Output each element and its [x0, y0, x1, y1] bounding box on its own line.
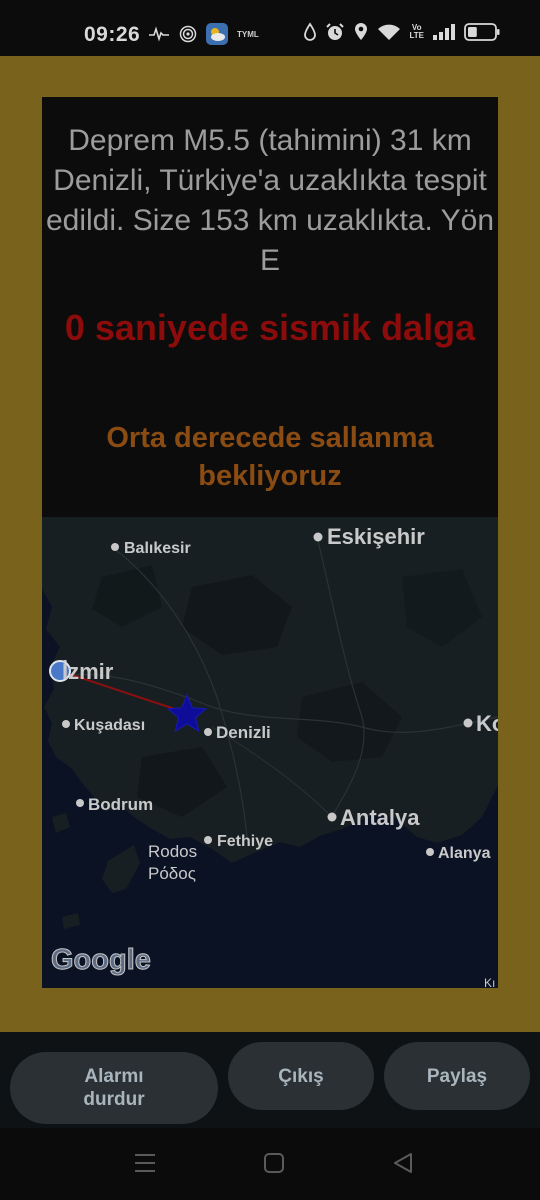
city-dot-konya	[463, 718, 473, 728]
map-label-corner-partial: Kı	[484, 976, 495, 988]
shaking-intensity: Orta derecede sallanma bekliyoruz	[106, 422, 434, 492]
back-icon[interactable]	[391, 1151, 415, 1175]
city-dot-fethiye	[204, 836, 212, 844]
status-time: 09:26	[84, 23, 141, 46]
alarm-icon	[326, 23, 345, 40]
map-label-antalya: Antalya	[340, 805, 420, 830]
map-label-rodos: Rodos	[148, 842, 197, 861]
map-canvas: Balıkesir Eskişehir İzmir Kuşadası Deniz…	[42, 517, 498, 988]
activity-icon	[149, 26, 169, 42]
alert-frame: Deprem M5.5 (tahimini) 31 km Denizli, Tü…	[0, 56, 540, 1032]
seismic-wave-countdown: 0 saniyede sismik dalga	[64, 307, 476, 348]
volte-icon: Vo LTE	[409, 23, 424, 40]
action-bar: Alarmı durdur Çıkış Paylaş	[0, 1032, 540, 1128]
recents-menu-icon[interactable]	[133, 1151, 157, 1175]
carrier-badge: TYML	[237, 29, 259, 39]
stop-alarm-button[interactable]: Alarmı durdur	[10, 1052, 218, 1124]
battery-icon	[464, 23, 500, 41]
city-dot-balikesir	[111, 543, 119, 551]
status-bar: 09:26 TYML Vo LTE	[0, 0, 540, 56]
home-icon[interactable]	[262, 1151, 286, 1175]
city-dot-denizli	[204, 728, 212, 736]
city-dot-kusadasi	[62, 720, 70, 728]
map-label-balikesir: Balıkesir	[124, 540, 191, 557]
map-view[interactable]: Balıkesir Eskişehir İzmir Kuşadası Deniz…	[42, 517, 498, 988]
city-dot-alanya	[426, 848, 434, 856]
alert-panel: Deprem M5.5 (tahimini) 31 km Denizli, Tü…	[42, 97, 498, 517]
city-dot-bodrum	[76, 799, 84, 807]
city-dot-eskisehir	[313, 532, 323, 542]
alert-message: Deprem M5.5 (tahimini) 31 km Denizli, Tü…	[45, 124, 495, 277]
map-label-konya-partial: Ko	[476, 711, 498, 736]
weather-app-icon	[206, 23, 228, 45]
map-label-rodos-greek: Ρόδος	[148, 864, 196, 883]
map-label-bodrum: Bodrum	[88, 795, 153, 814]
map-label-eskisehir: Eskişehir	[327, 524, 425, 549]
water-drop-icon	[304, 22, 317, 41]
signal-icon	[433, 24, 455, 40]
map-label-fethiye: Fethiye	[217, 833, 273, 850]
wifi-icon	[378, 24, 401, 40]
exit-button[interactable]: Çıkış	[228, 1042, 374, 1110]
hotspot-icon	[179, 25, 197, 43]
share-button[interactable]: Paylaş	[384, 1042, 530, 1110]
google-attribution-logo: Google	[51, 944, 151, 976]
city-dot-antalya	[327, 812, 337, 822]
map-label-denizli: Denizli	[216, 723, 271, 742]
location-icon	[355, 23, 368, 40]
system-navigation-bar	[0, 1128, 540, 1200]
map-label-izmir: İzmir	[62, 659, 114, 684]
map-label-alanya: Alanya	[438, 845, 491, 862]
map-label-kusadasi: Kuşadası	[74, 717, 145, 734]
